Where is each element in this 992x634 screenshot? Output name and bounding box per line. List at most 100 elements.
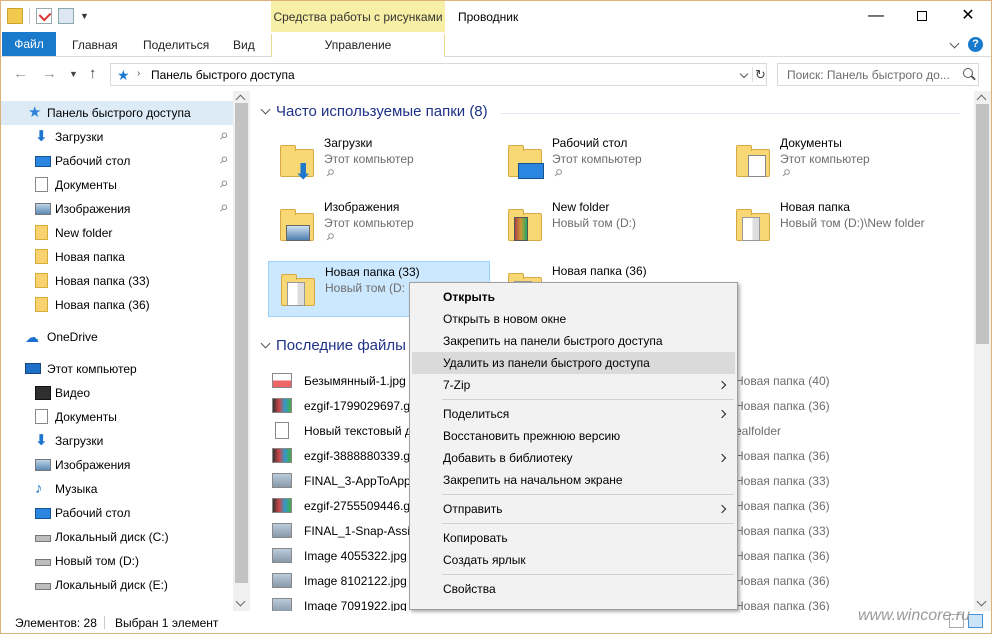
new-folder-icon[interactable] bbox=[58, 8, 74, 24]
nav-item-pc[interactable]: Локальный диск (C:) bbox=[1, 525, 233, 549]
folder-tile[interactable]: Новая папка Новый том (D:)\New folder bbox=[724, 197, 946, 253]
nav-item-onedrive[interactable]: ☁ OneDrive bbox=[1, 325, 233, 349]
file-row[interactable]: ezgif-1799029697.gif bbox=[265, 394, 416, 418]
tab-view[interactable]: Вид bbox=[222, 34, 266, 57]
menu-item[interactable]: Удалить из панели быстрого доступа bbox=[412, 352, 735, 374]
file-row[interactable]: Image 4055322.jpg bbox=[265, 544, 415, 568]
folder-tile[interactable]: New folder Новый том (D:) bbox=[496, 197, 718, 253]
refresh-icon[interactable]: ↻ bbox=[752, 67, 766, 82]
menu-item[interactable]: Поделиться bbox=[412, 403, 735, 425]
nav-item-pinned[interactable]: Рабочий стол ⚲ bbox=[1, 149, 233, 173]
group-header-frequent[interactable]: Часто используемые папки (8) bbox=[259, 103, 488, 120]
menu-item[interactable]: Копировать bbox=[412, 527, 735, 549]
menu-item[interactable]: Закрепить на панели быстрого доступа bbox=[412, 330, 735, 352]
recent-locations-button[interactable]: ▼ bbox=[69, 69, 78, 79]
folder-icon bbox=[277, 272, 317, 310]
nav-item-pinned[interactable]: ⬇ Загрузки ⚲ bbox=[1, 125, 233, 149]
navigation-pane: ★ Панель быстрого доступа ⬇ Загрузки ⚲ Рабо… bbox=[1, 95, 233, 611]
chevron-down-icon[interactable] bbox=[260, 338, 271, 349]
nav-item-pc[interactable]: Изображения bbox=[1, 453, 233, 477]
file-row[interactable]: ezgif-2755509446.gif bbox=[265, 494, 416, 518]
nav-item-pinned[interactable]: Изображения ⚲ bbox=[1, 197, 233, 221]
nav-pane-scrollbar[interactable] bbox=[233, 91, 250, 611]
nav-item-pinned[interactable]: New folder bbox=[1, 221, 233, 245]
menu-item[interactable]: Отправить bbox=[412, 498, 735, 520]
chevron-right-icon bbox=[717, 453, 727, 463]
nav-item-label: Панель быстрого доступа bbox=[47, 106, 191, 120]
help-icon[interactable]: ? bbox=[968, 37, 983, 52]
nav-item-pinned[interactable]: Новая папка bbox=[1, 245, 233, 269]
search-input[interactable]: Поиск: Панель быстрого до... bbox=[777, 63, 979, 86]
tab-file[interactable]: Файл bbox=[2, 32, 56, 56]
expand-ribbon-icon[interactable] bbox=[949, 38, 960, 48]
folder-icon bbox=[732, 207, 772, 245]
nav-item-pinned[interactable]: Новая папка (33) bbox=[1, 269, 233, 293]
documents-icon bbox=[35, 409, 48, 424]
menu-item[interactable]: Добавить в библиотеку bbox=[412, 447, 735, 469]
tab-home[interactable]: Главная bbox=[61, 34, 129, 57]
nav-item-pc[interactable]: ⬇ Загрузки bbox=[1, 429, 233, 453]
nav-item-this-pc[interactable]: Этот компьютер bbox=[1, 357, 233, 381]
scroll-down-icon[interactable] bbox=[976, 596, 987, 607]
menu-item[interactable]: Восстановить прежнюю версию bbox=[412, 425, 735, 447]
status-bar: Элементов: 28 Выбран 1 элемент bbox=[1, 611, 991, 633]
folder-icon[interactable] bbox=[7, 8, 23, 24]
search-placeholder[interactable]: Поиск: Панель быстрого до... bbox=[787, 68, 957, 82]
nav-item-pc[interactable]: Видео bbox=[1, 381, 233, 405]
scroll-thumb[interactable] bbox=[235, 103, 248, 583]
file-row[interactable]: FINAL_3-AppToApp bbox=[265, 469, 415, 493]
file-row[interactable]: FINAL_1-Snap-Assis bbox=[265, 519, 416, 543]
tab-share[interactable]: Поделиться bbox=[132, 34, 220, 57]
nav-item-pinned[interactable]: Новая папка (36) bbox=[1, 293, 233, 317]
folder-tile[interactable]: Изображения Этот компьютер ⚲ bbox=[268, 197, 490, 253]
menu-item[interactable]: Свойства bbox=[412, 578, 735, 600]
menu-item[interactable]: Открыть в новом окне bbox=[412, 308, 735, 330]
overlay-glyph bbox=[748, 155, 766, 177]
file-row[interactable]: Новый текстовый д bbox=[265, 419, 415, 443]
file-location: Новая папка (33) bbox=[735, 524, 830, 538]
scroll-up-icon[interactable] bbox=[976, 94, 987, 105]
nav-item-label: OneDrive bbox=[47, 330, 98, 344]
search-icon[interactable] bbox=[963, 68, 973, 78]
tiles-view-icon[interactable] bbox=[968, 614, 983, 628]
nav-item-pc[interactable]: Рабочий стол bbox=[1, 501, 233, 525]
maximize-button[interactable] bbox=[899, 1, 945, 32]
address-path[interactable]: Панель быстрого доступа bbox=[151, 68, 295, 82]
file-name: Безымянный-1.jpg bbox=[304, 374, 406, 388]
up-button[interactable]: ↑ bbox=[89, 65, 97, 82]
folder-tile[interactable]: Документы Этот компьютер ⚲ bbox=[724, 133, 946, 189]
forward-button[interactable]: → bbox=[42, 65, 57, 82]
file-row[interactable]: Image 8102122.jpg bbox=[265, 569, 415, 593]
nav-item-pc[interactable]: Документы bbox=[1, 405, 233, 429]
nav-item-pc[interactable]: Локальный диск (E:) bbox=[1, 573, 233, 597]
menu-item[interactable]: Закрепить на начальном экране bbox=[412, 469, 735, 491]
back-button[interactable]: ← bbox=[13, 65, 28, 82]
customize-toolbar-icon[interactable]: ▼ bbox=[80, 11, 89, 21]
address-bar[interactable]: ★ › Панель быстрого доступа ↻ bbox=[110, 63, 767, 86]
nav-item-quick-access[interactable]: ★ Панель быстрого доступа bbox=[1, 101, 233, 125]
menu-item[interactable]: Создать ярлык bbox=[412, 549, 735, 571]
scroll-thumb[interactable] bbox=[976, 104, 989, 344]
menu-item[interactable]: 7-Zip bbox=[412, 374, 735, 396]
folder-tile[interactable]: ⬇ Загрузки Этот компьютер ⚲ bbox=[268, 133, 490, 189]
nav-item-pinned[interactable]: Документы ⚲ bbox=[1, 173, 233, 197]
nav-item-pc[interactable]: Новый том (D:) bbox=[1, 549, 233, 573]
file-row[interactable]: ezgif-3888880339.gif bbox=[265, 444, 416, 468]
minimize-button[interactable]: — bbox=[853, 1, 899, 32]
group-header-recent[interactable]: Последние файлы bbox=[259, 337, 406, 354]
folder-tile[interactable]: Рабочий стол Этот компьютер ⚲ bbox=[496, 133, 718, 189]
menu-separator bbox=[442, 574, 734, 575]
nav-item-pc[interactable]: ♪ Музыка bbox=[1, 477, 233, 501]
folder-location: Новый том (D:)\New folder bbox=[780, 216, 925, 230]
chevron-right-icon[interactable]: › bbox=[137, 68, 140, 79]
chevron-down-icon[interactable] bbox=[260, 104, 271, 115]
close-button[interactable]: ✕ bbox=[945, 1, 991, 32]
file-row[interactable]: Безымянный-1.jpg bbox=[265, 369, 415, 393]
content-scrollbar[interactable] bbox=[974, 91, 991, 611]
file-row[interactable]: Image 7091922.jpg bbox=[265, 594, 415, 611]
scroll-down-icon[interactable] bbox=[235, 596, 246, 607]
tab-manage[interactable]: Управление bbox=[271, 34, 445, 57]
chevron-down-icon[interactable] bbox=[739, 69, 749, 79]
properties-icon[interactable] bbox=[36, 8, 52, 24]
menu-item[interactable]: Открыть bbox=[412, 286, 735, 308]
